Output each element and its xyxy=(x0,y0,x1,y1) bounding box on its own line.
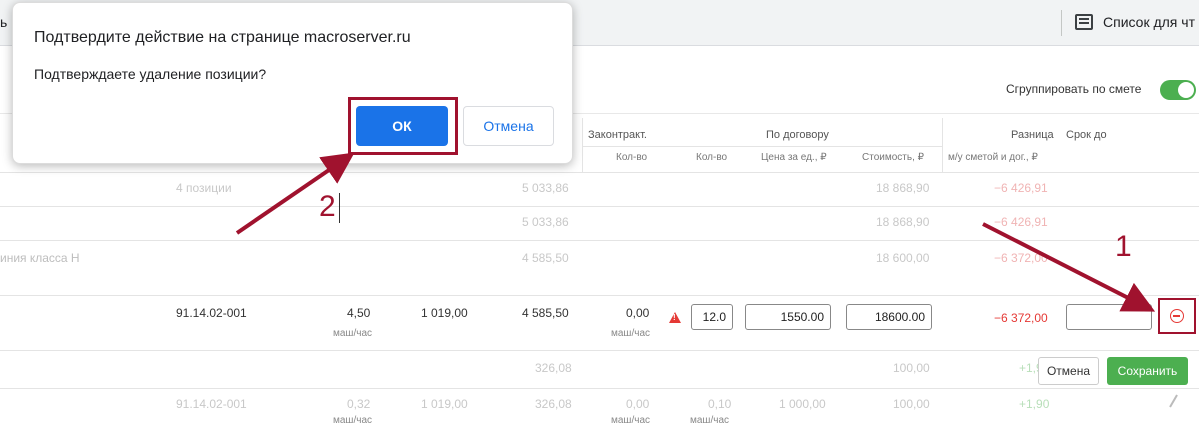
arrow-to-delete xyxy=(982,222,1156,312)
arrow-to-ok xyxy=(235,152,355,235)
annotation-arrows xyxy=(235,152,1156,312)
